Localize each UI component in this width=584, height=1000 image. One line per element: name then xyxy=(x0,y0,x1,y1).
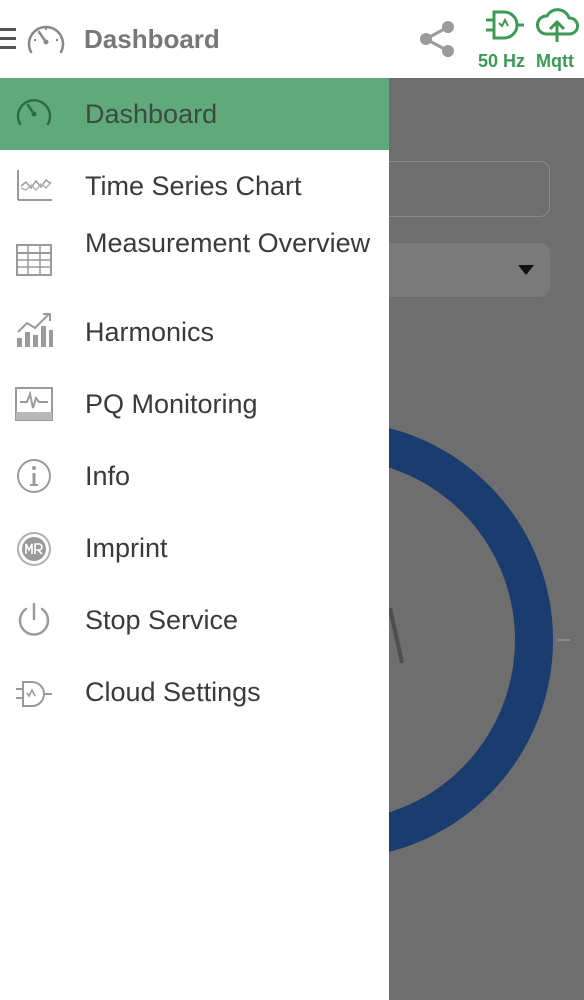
app-bar: Dashboard 50 Hz Mqtt xyxy=(0,0,584,78)
gauge-icon xyxy=(27,25,65,54)
nav-item-label: Time Series Chart xyxy=(85,171,302,201)
nav-item-label: Info xyxy=(85,461,131,491)
mr-logo-icon xyxy=(17,532,51,566)
nav-item-label: Dashboard xyxy=(85,99,218,129)
gauge-icon xyxy=(16,99,52,126)
connection-status: Mqtt xyxy=(536,51,574,71)
nav-item-pq-monitoring[interactable]: PQ Monitoring xyxy=(0,372,389,444)
nav-item-info[interactable]: Info xyxy=(0,444,389,516)
nav-item-label: Cloud Settings xyxy=(85,677,261,707)
nav-item-label: Stop Service xyxy=(85,605,239,635)
nav-item-label: PQ Monitoring xyxy=(85,389,258,419)
nav-item-harmonics[interactable]: Harmonics xyxy=(0,302,389,372)
cloud-upload-icon[interactable] xyxy=(534,6,580,44)
nav-item-dashboard[interactable]: Dashboard xyxy=(0,78,389,150)
monitor-waveform-icon xyxy=(15,387,53,421)
table-icon xyxy=(16,244,52,276)
menu-icon[interactable] xyxy=(0,28,16,50)
line-chart-icon xyxy=(17,170,52,201)
nav-item-stop-service[interactable]: Stop Service xyxy=(0,588,389,660)
plug-icon[interactable] xyxy=(484,8,526,42)
info-icon xyxy=(17,459,51,493)
nav-item-time-series-chart[interactable]: Time Series Chart xyxy=(0,150,389,222)
frequency-status: 50 Hz xyxy=(478,51,526,71)
nav-item-imprint[interactable]: Imprint xyxy=(0,516,389,588)
nav-item-label: Measurement Overview xyxy=(85,228,371,258)
navigation-drawer: Dashboard Time Series Chart Measurement … xyxy=(0,78,389,1000)
nav-item-label: Harmonics xyxy=(85,317,215,347)
bar-chart-icon xyxy=(17,313,53,347)
nav-item-measurement-overview[interactable]: Measurement Overview xyxy=(0,222,389,302)
nav-item-cloud-settings[interactable]: Cloud Settings xyxy=(0,660,389,732)
plug-icon xyxy=(16,681,52,707)
share-icon[interactable] xyxy=(416,18,458,60)
page-title: Dashboard xyxy=(84,24,220,54)
power-icon xyxy=(18,602,50,636)
nav-item-label: Imprint xyxy=(85,533,168,563)
